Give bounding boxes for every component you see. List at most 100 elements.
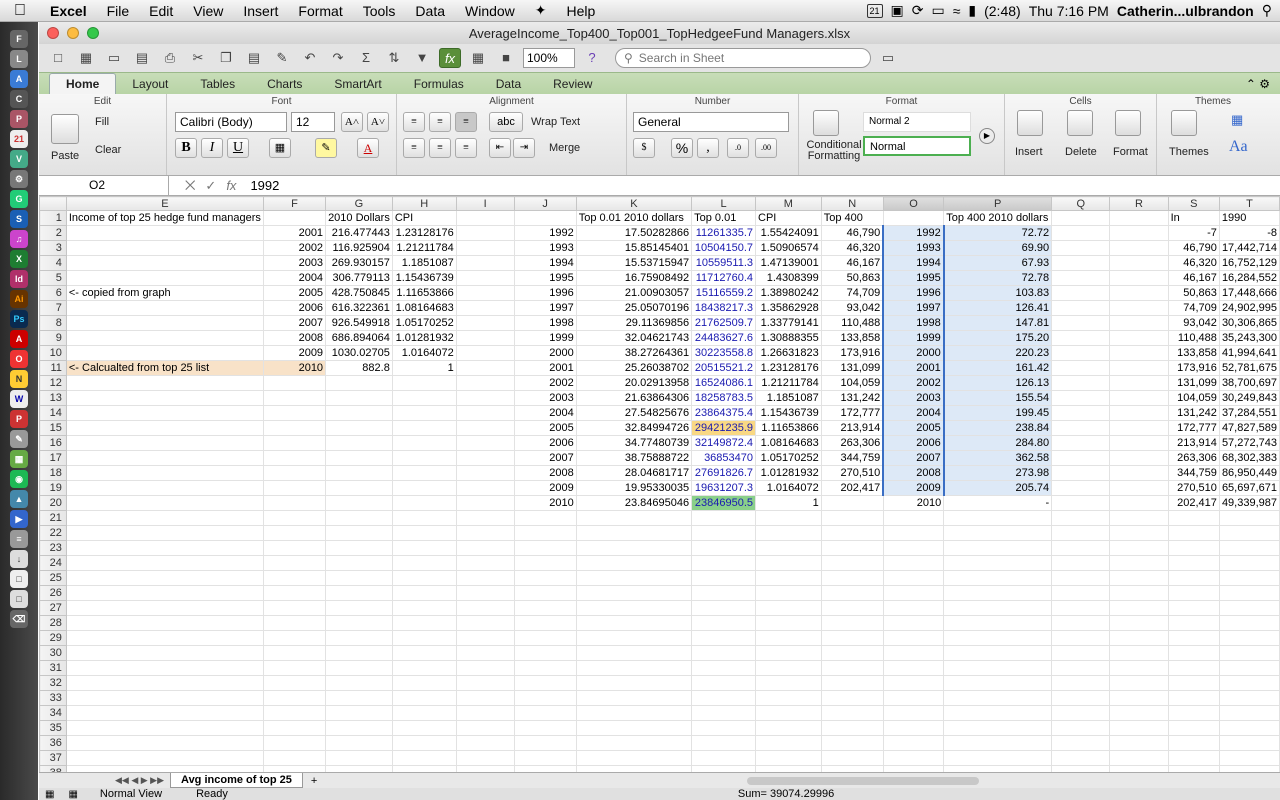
cell-t19[interactable]: 65,697,671 [1218, 480, 1280, 496]
cell-o14[interactable]: 2004 [882, 405, 945, 421]
cell-s21[interactable] [1167, 510, 1220, 526]
cell-n9[interactable]: 133,858 [820, 330, 884, 346]
cell-q9[interactable] [1051, 330, 1111, 346]
cell-t6[interactable]: 17,448,666 [1218, 285, 1280, 301]
stickies-icon[interactable]: N [10, 370, 28, 388]
cell-r36[interactable] [1109, 735, 1169, 751]
cell-k6[interactable]: 21.00903057 [575, 285, 693, 301]
row-header[interactable]: 29 [39, 630, 67, 646]
cell-s4[interactable]: 46,320 [1167, 255, 1220, 271]
menu-edit[interactable]: Edit [139, 3, 183, 19]
cell-h28[interactable] [391, 615, 457, 631]
cell-t20[interactable]: 49,339,987 [1218, 495, 1280, 511]
cell-q11[interactable] [1051, 360, 1111, 376]
cell-r5[interactable] [1109, 270, 1169, 286]
cell-k3[interactable]: 15.85145401 [575, 240, 693, 256]
cell-l11[interactable]: 20515521.2 [691, 360, 757, 376]
grow-font-button[interactable]: A˄ [341, 112, 363, 132]
comma-button[interactable]: , [697, 138, 719, 158]
cell-o24[interactable] [882, 555, 945, 571]
row-header[interactable]: 17 [39, 450, 67, 466]
cell-e8[interactable] [65, 315, 264, 331]
tab-smartart[interactable]: SmartArt [318, 74, 397, 94]
cell-m10[interactable]: 1.26631823 [755, 345, 822, 361]
insert-cells-icon[interactable] [1017, 110, 1043, 136]
format-button[interactable]: Format [1113, 146, 1148, 158]
cell-l33[interactable] [691, 690, 757, 706]
cell-e3[interactable] [65, 240, 264, 256]
formula-bar-fx[interactable]: fx [226, 178, 236, 193]
cell-h33[interactable] [391, 690, 457, 706]
menu-data[interactable]: Data [405, 3, 455, 19]
cell-f18[interactable] [262, 465, 327, 481]
cell-t3[interactable]: 17,442,714 [1218, 240, 1280, 256]
calendar-dock-icon[interactable]: 21 [10, 130, 28, 148]
cell-m26[interactable] [755, 585, 822, 601]
cell-k34[interactable] [575, 705, 693, 721]
cell-h2[interactable]: 1.23128176 [391, 225, 457, 241]
cell-g14[interactable] [325, 405, 393, 421]
powerpoint-icon[interactable]: P [10, 410, 28, 428]
apple-menu-icon[interactable]:  [0, 2, 40, 20]
ribbon-collapse-icon[interactable]: ⌃ ⚙ [1236, 74, 1280, 94]
cell-t5[interactable]: 16,284,552 [1218, 270, 1280, 286]
increase-indent-icon[interactable]: ⇥ [513, 138, 535, 158]
column-header-g[interactable]: G [325, 196, 393, 211]
cell-s37[interactable] [1167, 750, 1220, 766]
cell-n3[interactable]: 46,320 [820, 240, 884, 256]
cell-g2[interactable]: 216.477443 [325, 225, 393, 241]
row-header[interactable]: 14 [39, 405, 67, 421]
cell-m36[interactable] [755, 735, 822, 751]
cell-o23[interactable] [882, 540, 945, 556]
cell-e31[interactable] [65, 660, 264, 676]
cell-f13[interactable] [262, 390, 327, 406]
cell-i8[interactable] [455, 315, 515, 331]
cell-l27[interactable] [691, 600, 757, 616]
cell-i22[interactable] [455, 525, 515, 541]
borders-button[interactable]: ▦ [269, 138, 291, 158]
cell-m15[interactable]: 1.11653866 [755, 420, 822, 436]
cell-l36[interactable] [691, 735, 757, 751]
menubar-user[interactable]: Catherin...ulbrandon [1117, 3, 1254, 19]
cell-i26[interactable] [455, 585, 515, 601]
cell-i19[interactable] [455, 480, 515, 496]
cell-e36[interactable] [65, 735, 264, 751]
cell-p15[interactable]: 238.84 [943, 420, 1053, 436]
safari-icon[interactable]: S [10, 210, 28, 228]
cell-k11[interactable]: 25.26038702 [575, 360, 693, 376]
cell-n7[interactable]: 93,042 [820, 300, 884, 316]
cell-h22[interactable] [391, 525, 457, 541]
column-header-r[interactable]: R [1109, 196, 1169, 211]
cell-k4[interactable]: 15.53715947 [575, 255, 693, 271]
row-header[interactable]: 35 [39, 720, 67, 736]
name-box[interactable]: O2 [39, 175, 169, 196]
column-header-l[interactable]: L [691, 196, 757, 211]
cell-l7[interactable]: 18438217.3 [691, 300, 757, 316]
excel-dock-icon[interactable]: X [10, 250, 28, 268]
cell-t29[interactable] [1218, 630, 1280, 646]
cell-n24[interactable] [820, 555, 884, 571]
row-header[interactable]: 5 [39, 270, 67, 286]
font-size-select[interactable]: 12 [291, 112, 335, 132]
cell-n34[interactable] [820, 705, 884, 721]
cell-r28[interactable] [1109, 615, 1169, 631]
cell-g35[interactable] [325, 720, 393, 736]
cell-l13[interactable]: 18258783.5 [691, 390, 757, 406]
cell-h36[interactable] [391, 735, 457, 751]
cell-g5[interactable]: 306.779113 [325, 270, 393, 286]
cell-o7[interactable]: 1997 [882, 300, 945, 316]
cell-e33[interactable] [65, 690, 264, 706]
cell-p26[interactable] [943, 585, 1053, 601]
camera-icon[interactable]: C [10, 90, 28, 108]
cell-h5[interactable]: 1.15436739 [391, 270, 457, 286]
cell-k33[interactable] [575, 690, 693, 706]
cell-o37[interactable] [882, 750, 945, 766]
tab-formulas[interactable]: Formulas [398, 74, 480, 94]
cell-q19[interactable] [1051, 480, 1111, 496]
open-icon[interactable]: ▭ [103, 48, 125, 68]
cell-j27[interactable] [513, 600, 577, 616]
cell-g15[interactable] [325, 420, 393, 436]
cell-k8[interactable]: 29.11369856 [575, 315, 693, 331]
cell-k13[interactable]: 21.63864306 [575, 390, 693, 406]
cell-i29[interactable] [455, 630, 515, 646]
